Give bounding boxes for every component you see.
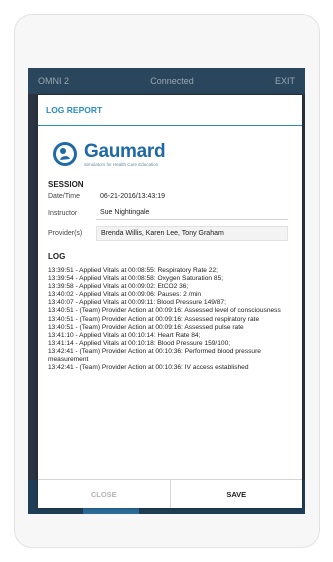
log-line: 13:40:51 - (Team) Provider Action at 00:… [48,307,281,315]
providers-label: Provider(s) [48,229,83,237]
app-bar: OMNI 2 Connected EXIT [28,68,305,94]
dialog-title: LOG REPORT [38,95,302,126]
gaumard-logo: Gaumard Simulators for Health Care Educa… [52,136,302,172]
instructor-row: Instructor Sue Nightingale [48,204,302,222]
connection-status: Connected [150,76,194,86]
log-line: 13:41:10 - Applied Vitals at 00:10:14: H… [48,331,201,339]
providers-row: Provider(s) Brenda Willis, Karen Lee, To… [48,222,302,244]
log-line: 13:39:58 - Applied Vitals at 00:09:02: E… [48,283,189,291]
gaumard-logo-icon [53,142,77,166]
session-heading: SESSION [48,180,84,189]
log-line: 13:42:41 - (Team) Provider Action at 00:… [48,347,261,364]
dialog-footer: CLOSE SAVE [38,479,302,508]
logo-wordmark: Gaumard [84,141,166,162]
log-line: 13:39:54 - Applied Vitals at 00:08:58: O… [48,275,224,283]
save-button[interactable]: SAVE [171,480,303,508]
log-line: 13:42:41 - (Team) Provider Action at 00:… [48,364,249,372]
close-button[interactable]: CLOSE [38,480,171,508]
datetime-row: Date/Time 06-21-2016/13:43:19 [48,189,302,204]
datetime-value: 06-21-2016/13:43:19 [100,193,165,200]
instructor-field[interactable]: Sue Nightingale [96,206,288,220]
logo-tagline: Simulators for Health Care Education [84,162,159,167]
log-line: 13:40:02 - Applied Vitals at 00:09:06: P… [48,291,202,299]
log-text-area[interactable]: 13:39:51 - Applied Vitals at 00:08:55: R… [48,267,294,427]
providers-field[interactable]: Brenda Willis, Karen Lee, Tony Graham [96,225,288,241]
instructor-label: Instructor [48,209,78,217]
log-line: 13:40:51 - (Team) Provider Action at 00:… [48,323,244,331]
log-report-dialog: LOG REPORT Gaumard Simulators for Health… [38,95,302,508]
app-name: OMNI 2 [38,76,70,86]
exit-button[interactable]: EXIT [275,76,295,86]
log-heading: LOG [48,252,66,261]
log-line: 13:39:51 - Applied Vitals at 00:08:55: R… [48,267,218,274]
log-line: 13:41:14 - Applied Vitals at 00:10:18: B… [48,339,231,347]
log-line: 13:40:51 - (Team) Provider Action at 00:… [48,315,260,323]
datetime-label: Date/Time [48,193,81,200]
log-line: 13:40:07 - Applied Vitals at 00:09:11: B… [48,299,226,307]
